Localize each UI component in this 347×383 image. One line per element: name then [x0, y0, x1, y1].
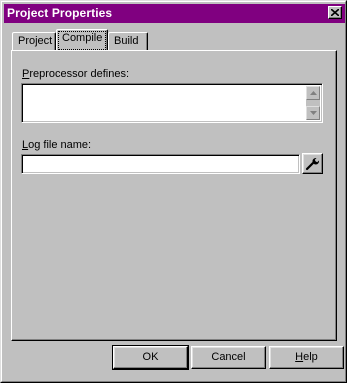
log-file-name-label: Log file name:	[22, 139, 91, 151]
scroll-down-button[interactable]	[306, 106, 320, 120]
vertical-scrollbar[interactable]	[306, 86, 320, 120]
arrow-down-icon	[310, 111, 317, 115]
tab-build-label: Build	[114, 35, 139, 47]
help-mnemonic: H	[295, 351, 304, 363]
wrench-icon	[305, 157, 320, 171]
log-file-name-input[interactable]	[21, 154, 300, 174]
title-bar[interactable]: Project Properties	[4, 4, 345, 23]
logfile-label-text: og file name:	[28, 139, 92, 151]
cancel-button[interactable]: Cancel	[191, 346, 266, 369]
tab-compile[interactable]: Compile	[56, 29, 108, 50]
ok-button[interactable]: OK	[112, 345, 189, 370]
help-button[interactable]: Help	[269, 346, 344, 369]
preprocessor-label-text: reprocessor defines:	[29, 68, 130, 80]
dialog-frame: Project Properties Project Compile Build…	[1, 1, 346, 382]
tab-project-label: Project	[18, 35, 53, 47]
tab-project[interactable]: Project	[12, 32, 56, 50]
close-button[interactable]	[328, 6, 342, 19]
close-icon	[331, 9, 339, 16]
browse-log-file-button[interactable]	[302, 153, 323, 174]
window-title: Project Properties	[7, 6, 113, 20]
help-label-text: elp	[303, 351, 318, 363]
tab-compile-label: Compile	[62, 32, 103, 44]
tab-build[interactable]: Build	[108, 32, 148, 50]
preprocessor-defines-label: Preprocessor defines:	[22, 68, 129, 80]
scroll-up-button[interactable]	[306, 86, 320, 100]
project-properties-dialog: Project Properties Project Compile Build…	[0, 0, 347, 383]
arrow-up-icon	[310, 91, 317, 95]
preprocessor-defines-field[interactable]	[21, 83, 323, 123]
